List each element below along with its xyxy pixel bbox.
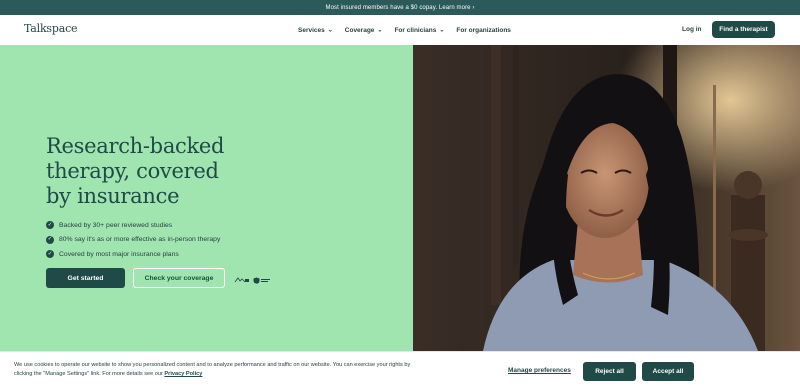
accept-all-button[interactable]: Accept all — [642, 362, 694, 381]
nav-item-label: For organizations — [456, 26, 511, 34]
benefit-list: ✓ Backed by 30+ peer reviewed studies ✓ … — [46, 218, 220, 262]
apa-badge-icon — [234, 277, 249, 283]
nav-item-for-organizations[interactable]: For organizations — [456, 27, 511, 34]
smiling-woman-photo — [413, 45, 800, 351]
hero-title-line: by insurance — [46, 184, 180, 208]
get-started-button[interactable]: Get started — [46, 268, 125, 288]
benefit-text: Covered by most major insurance plans — [59, 250, 179, 258]
nav-item-services[interactable]: Services ⌄ — [298, 27, 333, 34]
chevron-down-icon: ⌄ — [327, 27, 333, 33]
cookie-text: We use cookies to operate our website to… — [14, 362, 411, 377]
reject-all-button[interactable]: Reject all — [583, 362, 636, 381]
nav-item-label: Services — [298, 26, 325, 34]
nav-item-label: Coverage — [344, 26, 375, 34]
shield-badge-icon — [253, 277, 270, 284]
hero-title-line: therapy, covered — [46, 159, 219, 183]
announcement-link[interactable]: Most insured members have a $0 copay. Le… — [326, 5, 475, 11]
hero-title: Research-backed therapy, covered by insu… — [46, 134, 246, 209]
top-nav: Talkspace Services ⌄ Coverage ⌄ For clin… — [0, 15, 800, 45]
cookie-banner: We use cookies to operate our website to… — [0, 351, 800, 389]
check-circle-icon: ✓ — [46, 250, 54, 259]
nav-item-label: For clinicians — [394, 26, 437, 34]
main-menu: Services ⌄ Coverage ⌄ For clinicians ⌄ F… — [298, 15, 523, 45]
check-circle-icon: ✓ — [46, 221, 54, 230]
chevron-down-icon: ⌄ — [439, 27, 445, 33]
accreditation-badges — [234, 277, 271, 284]
check-coverage-button[interactable]: Check your coverage — [133, 268, 225, 288]
check-circle-icon: ✓ — [46, 235, 54, 244]
talkspace-logo[interactable]: Talkspace — [24, 22, 78, 35]
nav-item-coverage[interactable]: Coverage ⌄ — [345, 27, 383, 34]
hero-title-line: Research-backed — [46, 134, 225, 158]
benefit-item: ✓ Covered by most major insurance plans — [46, 247, 220, 262]
benefit-text: 80% say it's as or more effective as in-… — [59, 236, 221, 244]
benefit-text: Backed by 30+ peer reviewed studies — [59, 221, 173, 229]
hero-photo — [413, 45, 800, 351]
privacy-policy-link[interactable]: Privacy Policy — [164, 371, 202, 377]
benefit-item: ✓ 80% say it's as or more effective as i… — [46, 233, 220, 248]
cookie-message: We use cookies to operate our website to… — [14, 361, 424, 379]
chevron-down-icon: ⌄ — [377, 27, 383, 33]
login-link[interactable]: Log in — [682, 26, 702, 33]
manage-preferences-link[interactable]: Manage preferences — [508, 367, 571, 374]
benefit-item: ✓ Backed by 30+ peer reviewed studies — [46, 218, 220, 233]
nav-item-for-clinicians[interactable]: For clinicians ⌄ — [394, 27, 444, 34]
find-therapist-button[interactable]: Find a therapist — [712, 21, 775, 38]
announcement-bar: Most insured members have a $0 copay. Le… — [0, 0, 800, 15]
